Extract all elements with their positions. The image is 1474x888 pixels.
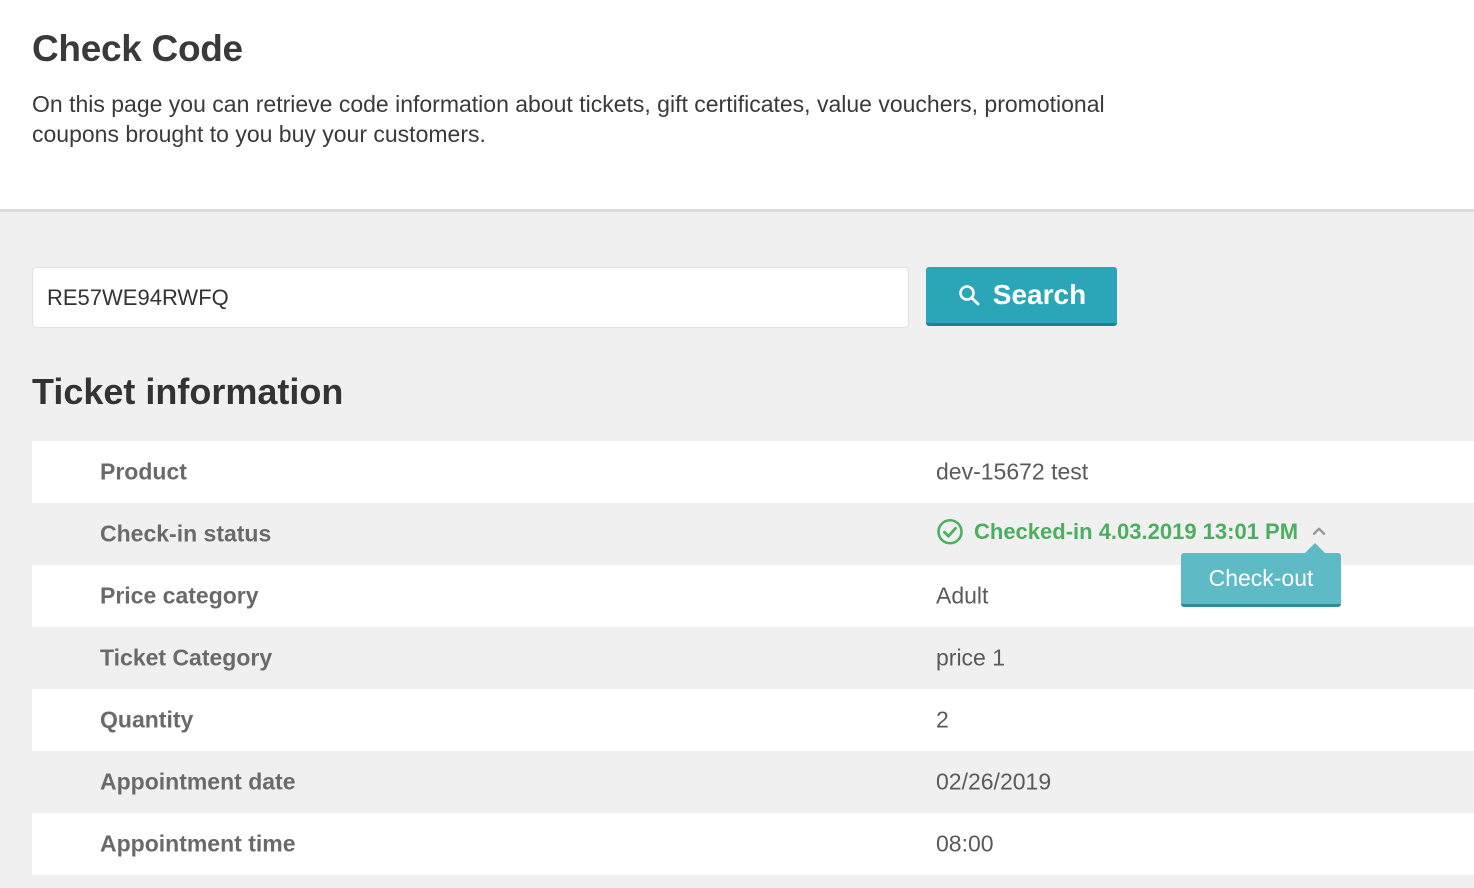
ticket-information-heading: Ticket information: [32, 371, 344, 412]
row-label: Price category: [100, 582, 259, 609]
page-title: Check Code: [32, 28, 243, 69]
table-row-appointment-time: Appointment time 08:00: [32, 813, 1474, 875]
row-value: dev-15672 test: [936, 458, 1089, 485]
table-row-ticket-category: Ticket Category price 1: [32, 627, 1474, 689]
table-row-product: Product dev-15672 test: [32, 441, 1474, 503]
row-value: 02/26/2019: [936, 768, 1052, 795]
code-search-input[interactable]: [32, 267, 909, 328]
search-button[interactable]: Search: [926, 267, 1117, 326]
row-label: Product: [100, 458, 187, 485]
check-out-button[interactable]: Check-out: [1181, 543, 1341, 607]
page-header: Check Code On this page you can retrieve…: [0, 0, 1474, 212]
row-label: Quantity: [100, 706, 194, 733]
row-value: 08:00: [936, 830, 994, 857]
row-label: Ticket Category: [100, 644, 273, 671]
checkin-status-text: Checked-in 4.03.2019 13:01 PM: [974, 518, 1299, 544]
ticket-info-table: Product dev-15672 test Check-in status C…: [32, 441, 1474, 875]
row-label: Appointment date: [100, 768, 296, 795]
search-icon: [958, 285, 980, 306]
chevron-up-icon[interactable]: [1310, 523, 1328, 541]
page-description: On this page you can retrieve code infor…: [32, 91, 1105, 147]
row-value: 2: [936, 706, 949, 733]
row-label: Check-in status: [100, 520, 272, 547]
row-value: Adult: [936, 582, 989, 609]
check-circle-icon: [937, 518, 963, 545]
search-button-label: Search: [992, 279, 1087, 310]
row-value: price 1: [936, 644, 1006, 671]
row-label: Appointment time: [100, 830, 296, 857]
table-row-quantity: Quantity 2: [32, 689, 1474, 751]
checkin-status[interactable]: Checked-in 4.03.2019 13:01 PM: [936, 518, 1328, 546]
table-row-appointment-date: Appointment date 02/26/2019: [32, 751, 1474, 813]
